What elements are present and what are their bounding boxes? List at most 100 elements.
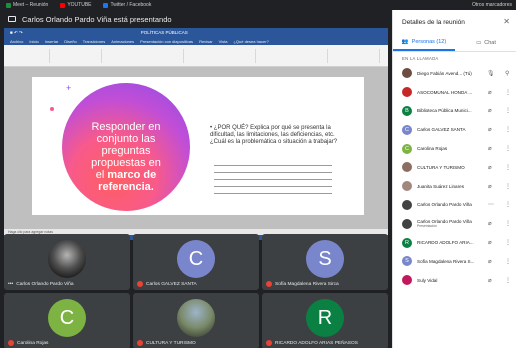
meet-icon — [6, 2, 11, 8]
mic-off-icon — [266, 281, 272, 287]
more-vert-icon[interactable]: ⋮ — [505, 277, 511, 284]
participant-row[interactable]: Suly Vidal ⌀ ⋮ — [393, 271, 516, 290]
answer-lines — [214, 165, 332, 200]
youtube-icon — [60, 2, 66, 8]
mic-off-icon[interactable]: ⌀ — [488, 89, 492, 96]
powerpoint-titlebar: ■ ↶ ↷ POLÍTICAS PÚBLICAS — [4, 28, 388, 37]
more-vert-icon[interactable]: ⋮ — [505, 107, 511, 114]
more-icon[interactable]: ••• — [8, 281, 13, 287]
tile-name: Carlos GALVEZ SANTA — [137, 281, 197, 287]
ribbon-group-paragraph[interactable] — [186, 49, 256, 63]
participant-name: RICARDO ADOLFO ARIA... — [417, 240, 474, 246]
slide-title-line: conjunto las — [96, 133, 156, 145]
meeting-details-panel: Detalles de la reunión ✕ 👥 Personas (12)… — [392, 10, 516, 348]
chat-icon: ▭ — [476, 39, 482, 46]
participant-row[interactable]: Diego Fabián Avend... (Tú) 🎙 ⚲ — [393, 64, 516, 83]
participant-name: Sofía Magdalena Rivera S... — [417, 258, 475, 264]
file-name: POLÍTICAS PÚBLICAS — [140, 30, 188, 35]
ribbon-group-drawing[interactable] — [258, 49, 328, 63]
menu-item[interactable]: Animaciones — [111, 39, 134, 44]
more-vert-icon[interactable]: ⋮ — [505, 145, 511, 152]
participant-tile[interactable]: CULTURA Y TURISMO — [133, 293, 259, 348]
participant-row[interactable]: Carlos Orlando Pardo Viña ⋯ ⋮ — [393, 196, 516, 215]
more-vert-icon[interactable]: ⋮ — [505, 89, 511, 96]
more-vert-icon[interactable]: ⋮ — [505, 239, 511, 246]
mic-icon[interactable]: 🎙 — [487, 70, 495, 77]
ribbon-group-editing[interactable] — [330, 49, 380, 63]
participant-tile[interactable]: C Carolina Rojas — [4, 293, 130, 348]
mic-off-icon[interactable]: ⌀ — [488, 126, 492, 133]
participant-row[interactable]: B Biblioteca Pública Munici... ⌀ ⋮ — [393, 102, 516, 121]
participant-tile[interactable]: R RICARDO ADOLFO ARIAS PEÑASOS — [262, 293, 388, 348]
participant-row[interactable]: ASOCOMUNAL HONDA ... ⌀ ⋮ — [393, 83, 516, 102]
avatar — [402, 87, 412, 98]
avatar: C — [402, 124, 412, 135]
slide-title-bold: marco de — [107, 169, 157, 181]
ribbon-group-font[interactable] — [104, 49, 184, 63]
participant-name-text: Diego Fabián Avend... — [417, 70, 463, 76]
more-vert-icon[interactable]: ⋮ — [505, 164, 511, 171]
participant-row[interactable]: C Carlos GALVEZ SANTA ⌀ ⋮ — [393, 120, 516, 139]
menu-item[interactable]: Transiciones — [83, 39, 106, 44]
avatar — [48, 240, 86, 278]
mic-off-icon[interactable]: ⌀ — [488, 107, 492, 114]
tab-chat[interactable]: ▭ Chat — [455, 34, 516, 51]
menu-item[interactable]: ¿Qué desea hacer? — [233, 39, 268, 44]
participant-row[interactable]: CULTURA Y TURISMO ⌀ ⋮ — [393, 158, 516, 177]
answer-line — [214, 186, 332, 187]
ribbon-group-slides[interactable] — [52, 49, 102, 63]
menu-item[interactable]: Vista — [219, 39, 228, 44]
participant-row[interactable]: Carlos Orlando Pardo Viña Presentación ⌀ … — [393, 214, 516, 233]
menu-item[interactable]: Archivo — [10, 39, 23, 44]
participant-tile[interactable]: S Sofía Magdalena Rivera Sirca — [262, 234, 388, 290]
more-vert-icon[interactable]: ⋮ — [505, 220, 511, 227]
participant-name: Suly Vidal — [417, 277, 438, 283]
shared-screen[interactable]: ■ ↶ ↷ POLÍTICAS PÚBLICAS Archivo Inicio … — [4, 28, 388, 240]
browser-tab-youtube[interactable]: YOUTUBE — [54, 0, 97, 10]
mic-off-icon[interactable]: ⌀ — [488, 145, 492, 152]
menu-item[interactable]: Inicio — [29, 39, 38, 44]
browser-tab-social[interactable]: Twitter / Facebook — [97, 0, 157, 10]
mic-off-icon — [266, 340, 272, 346]
more-horiz-icon[interactable]: ⋯ — [488, 201, 494, 208]
participant-row[interactable]: Juanita Suárez Linares ⌀ ⋮ — [393, 177, 516, 196]
ribbon-group-clipboard[interactable] — [10, 49, 50, 63]
slide-title-line: el marco de — [68, 169, 184, 181]
tile-name: ••• Carlos Orlando Pardo Viña — [8, 281, 74, 287]
slide-question-text: ¿POR QUÉ? Explica por qué se presenta la… — [210, 125, 338, 145]
more-vert-icon[interactable]: ⋮ — [505, 201, 511, 208]
menu-item[interactable]: Revisar — [199, 39, 213, 44]
browser-tab-meet[interactable]: Meet – Reunión — [0, 0, 54, 10]
mic-off-icon — [137, 281, 143, 287]
plus-decoration: + — [66, 83, 72, 93]
menu-item[interactable]: Insertar — [45, 39, 59, 44]
mic-off-icon[interactable]: ⌀ — [488, 183, 492, 190]
participant-row[interactable]: C Carolina Rojas ⌀ ⋮ — [393, 139, 516, 158]
mic-off-icon[interactable]: ⌀ — [488, 220, 492, 227]
participant-row[interactable]: R RICARDO ADOLFO ARIA... ⌀ ⋮ — [393, 233, 516, 252]
mic-off-icon[interactable]: ⌀ — [488, 258, 492, 265]
participant-row[interactable]: S Sofía Magdalena Rivera S... ⌀ ⋮ — [393, 252, 516, 271]
avatar: C — [48, 299, 86, 337]
section-label: EN LA LLAMADA — [402, 56, 439, 61]
participant-name: Carolina Rojas — [417, 146, 448, 152]
mic-off-icon[interactable]: ⌀ — [488, 164, 492, 171]
mic-off-icon[interactable]: ⌀ — [488, 277, 492, 284]
menu-item[interactable]: Diseño — [64, 39, 76, 44]
pin-icon[interactable]: ⚲ — [505, 70, 509, 77]
people-icon: 👥 — [401, 38, 409, 45]
browser-tab-strip: Meet – Reunión YOUTUBE Twitter / Faceboo… — [0, 0, 516, 10]
save-icon: ■ ↶ ↷ — [10, 29, 23, 35]
close-icon[interactable]: ✕ — [503, 17, 510, 26]
participant-name: Carlos Orlando Pardo Viña — [417, 202, 472, 208]
mic-off-icon[interactable]: ⌀ — [488, 239, 492, 246]
more-vert-icon[interactable]: ⋮ — [505, 126, 511, 133]
slide[interactable]: + Responder en conjunto las preguntas pr… — [32, 77, 364, 215]
menu-item[interactable]: Presentación con diapositivas — [140, 39, 193, 44]
participant-tile[interactable]: C Carlos GALVEZ SANTA — [133, 234, 259, 290]
more-vert-icon[interactable]: ⋮ — [505, 183, 511, 190]
participant-tile[interactable]: ••• Carlos Orlando Pardo Viña — [4, 234, 130, 290]
other-bookmarks[interactable]: Otros marcadores — [469, 2, 516, 8]
tab-people[interactable]: 👥 Personas (12) — [393, 34, 455, 51]
more-vert-icon[interactable]: ⋮ — [505, 258, 511, 265]
